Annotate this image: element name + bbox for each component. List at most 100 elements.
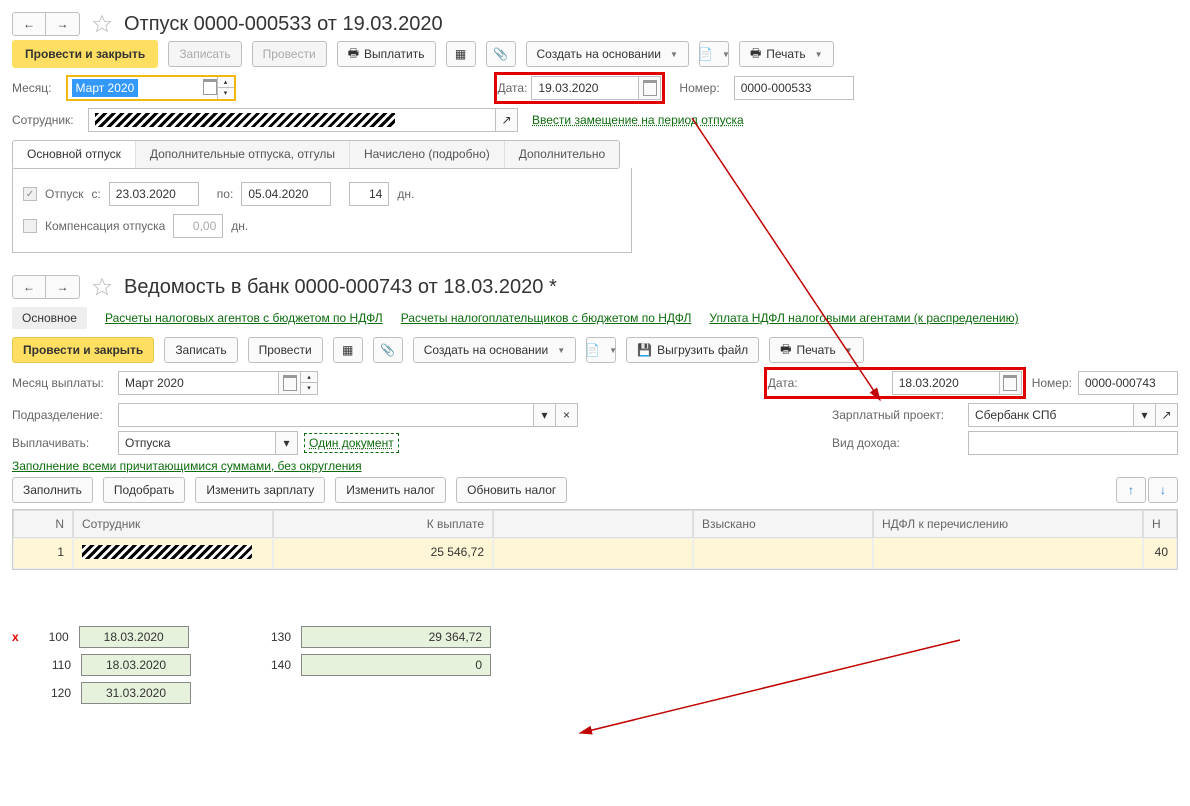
compensation-checkbox[interactable] [23, 219, 37, 233]
month-stepper[interactable]: ▴▾ [217, 77, 234, 99]
favorite-star-icon-2[interactable] [92, 277, 112, 297]
cell-blank [493, 538, 693, 569]
fill-method-link[interactable]: Заполнение всеми причитающимися суммами,… [12, 459, 362, 473]
report-icon-button-2[interactable]: ▦ [333, 337, 363, 363]
month-field[interactable]: Март 2020 ▴▾ [66, 75, 236, 101]
post-and-close-button-2[interactable]: Провести и закрыть [12, 337, 154, 363]
dept-field[interactable]: ▾ × [118, 403, 578, 427]
vacation-label: Отпуск [45, 187, 83, 201]
employee-field[interactable]: ↗ [88, 108, 518, 132]
calendar-icon[interactable] [278, 372, 300, 394]
nav-link-3[interactable]: Уплата НДФЛ налоговыми агентами (к распр… [709, 311, 1018, 325]
val-130[interactable]: 29 364,72 [301, 626, 491, 648]
val-140[interactable]: 0 [301, 654, 491, 676]
delete-x-icon[interactable]: x [12, 630, 19, 644]
pay-month-field[interactable]: Март 2020 ▴▾ [118, 371, 318, 395]
nav-link-1[interactable]: Расчеты налоговых агентов с бюджетом по … [105, 311, 383, 325]
date2-field[interactable]: 18.03.2020 [892, 371, 1022, 395]
col-employee[interactable]: Сотрудник [73, 510, 273, 538]
income-label: Вид дохода: [832, 436, 962, 450]
dropdown-icon[interactable]: ▾ [1133, 404, 1155, 426]
code-140: 140 [251, 658, 291, 672]
pay-button[interactable]: 🖶 Выплатить [337, 41, 436, 67]
doc1-title: Отпуск 0000-000533 от 19.03.2020 [124, 13, 443, 36]
attach-icon-button-2[interactable]: 📎 [373, 337, 403, 363]
pick-button[interactable]: Подобрать [103, 477, 185, 503]
edit-tax-button[interactable]: Изменить налог [335, 477, 446, 503]
favorite-star-icon[interactable] [92, 14, 112, 34]
tab-main-vacation[interactable]: Основной отпуск [13, 141, 136, 169]
number2-label: Номер: [1032, 376, 1072, 390]
compensation-label: Компенсация отпуска [45, 219, 165, 233]
report-icon-button[interactable]: ▦ [446, 41, 476, 67]
move-up-button[interactable]: ↑ [1116, 477, 1146, 503]
copy-icon-button-2[interactable]: 📄▼ [586, 337, 616, 363]
col-to-pay[interactable]: К выплате [273, 510, 493, 538]
create-based-on-button[interactable]: Создать на основании▼ [526, 41, 689, 67]
dropdown-icon[interactable]: ▾ [533, 404, 555, 426]
number2-field[interactable]: 0000-000743 [1078, 371, 1178, 395]
nav-forward-button-2[interactable]: → [46, 275, 80, 299]
code-110: 110 [31, 658, 71, 672]
val-100[interactable]: 18.03.2020 [79, 626, 189, 648]
date-field[interactable]: 19.03.2020 [531, 76, 661, 100]
edit-salary-button[interactable]: Изменить зарплату [195, 477, 325, 503]
days-field[interactable]: 14 [349, 182, 389, 206]
printer-icon: 🖶 [750, 44, 761, 65]
print-button[interactable]: 🖶 Печать▼ [739, 41, 834, 67]
col-ndfl[interactable]: НДФЛ к перечислению [873, 510, 1143, 538]
nav-back-button[interactable]: ← [12, 12, 46, 36]
one-document-link[interactable]: Один документ [304, 433, 399, 453]
open-ref-icon[interactable]: ↗ [495, 109, 517, 131]
tab-accrued[interactable]: Начислено (подробно) [350, 141, 505, 168]
clear-icon[interactable]: × [555, 404, 577, 426]
col-blank[interactable] [493, 510, 693, 538]
post-button[interactable]: Провести [252, 41, 327, 67]
open-ref-icon[interactable]: ↗ [1155, 404, 1177, 426]
nav-link-2[interactable]: Расчеты налогоплательщиков с бюджетом по… [401, 311, 692, 325]
copy-icon-button[interactable]: 📄▼ [699, 41, 729, 67]
col-collected[interactable]: Взыскано [693, 510, 873, 538]
nav-back-button-2[interactable]: ← [12, 275, 46, 299]
vacation-checkbox[interactable] [23, 187, 37, 201]
tab-extra-vacation[interactable]: Дополнительные отпуска, отгулы [136, 141, 350, 168]
dropdown-icon[interactable]: ▾ [275, 432, 297, 454]
comp-field[interactable]: 0,00 [173, 214, 223, 238]
number-field[interactable]: 0000-000533 [734, 76, 854, 100]
val-110[interactable]: 18.03.2020 [81, 654, 191, 676]
nav-forward-button[interactable]: → [46, 12, 80, 36]
calendar-icon[interactable] [999, 372, 1021, 394]
move-down-button[interactable]: ↓ [1148, 477, 1178, 503]
substitution-link[interactable]: Ввести замещение на период отпуска [532, 113, 744, 127]
post-button-2[interactable]: Провести [248, 337, 323, 363]
col-n[interactable]: N [13, 510, 73, 538]
pay-month-stepper[interactable]: ▴▾ [300, 372, 317, 394]
grid-row[interactable]: 1 25 546,72 40 [13, 538, 1177, 569]
print-button-2[interactable]: 🖶 Печать▼ [769, 337, 864, 363]
to-date-field[interactable]: 05.04.2020 [241, 182, 331, 206]
val-120[interactable]: 31.03.2020 [81, 682, 191, 704]
create-based-on-button-2[interactable]: Создать на основании▼ [413, 337, 576, 363]
doc2-title: Ведомость в банк 0000-000743 от 18.03.20… [124, 276, 557, 299]
from-date-field[interactable]: 23.03.2020 [109, 182, 199, 206]
post-and-close-button[interactable]: Провести и закрыть [12, 40, 158, 68]
refresh-tax-button[interactable]: Обновить налог [456, 477, 567, 503]
tab-more[interactable]: Дополнительно [505, 141, 619, 168]
nav-chip-main[interactable]: Основное [12, 307, 87, 329]
attach-icon-button[interactable]: 📎 [486, 41, 516, 67]
fill-button[interactable]: Заполнить [12, 477, 93, 503]
month-label: Месяц: [12, 81, 52, 95]
pay-field[interactable]: Отпуска ▾ [118, 431, 298, 455]
comp-suffix: дн. [231, 219, 248, 233]
calendar-icon[interactable] [638, 77, 660, 99]
save-button[interactable]: Записать [168, 41, 241, 67]
save-button-2[interactable]: Записать [164, 337, 237, 363]
calendar-icon[interactable] [203, 79, 217, 98]
employee-label: Сотрудник: [12, 113, 82, 127]
export-file-button[interactable]: 💾 Выгрузить файл [626, 337, 759, 363]
income-field[interactable] [968, 431, 1178, 455]
to-label: по: [217, 187, 234, 201]
project-field[interactable]: Сбербанк СПб ▾ ↗ [968, 403, 1178, 427]
col-last[interactable]: Н [1143, 510, 1177, 538]
cell-n: 1 [13, 538, 73, 569]
